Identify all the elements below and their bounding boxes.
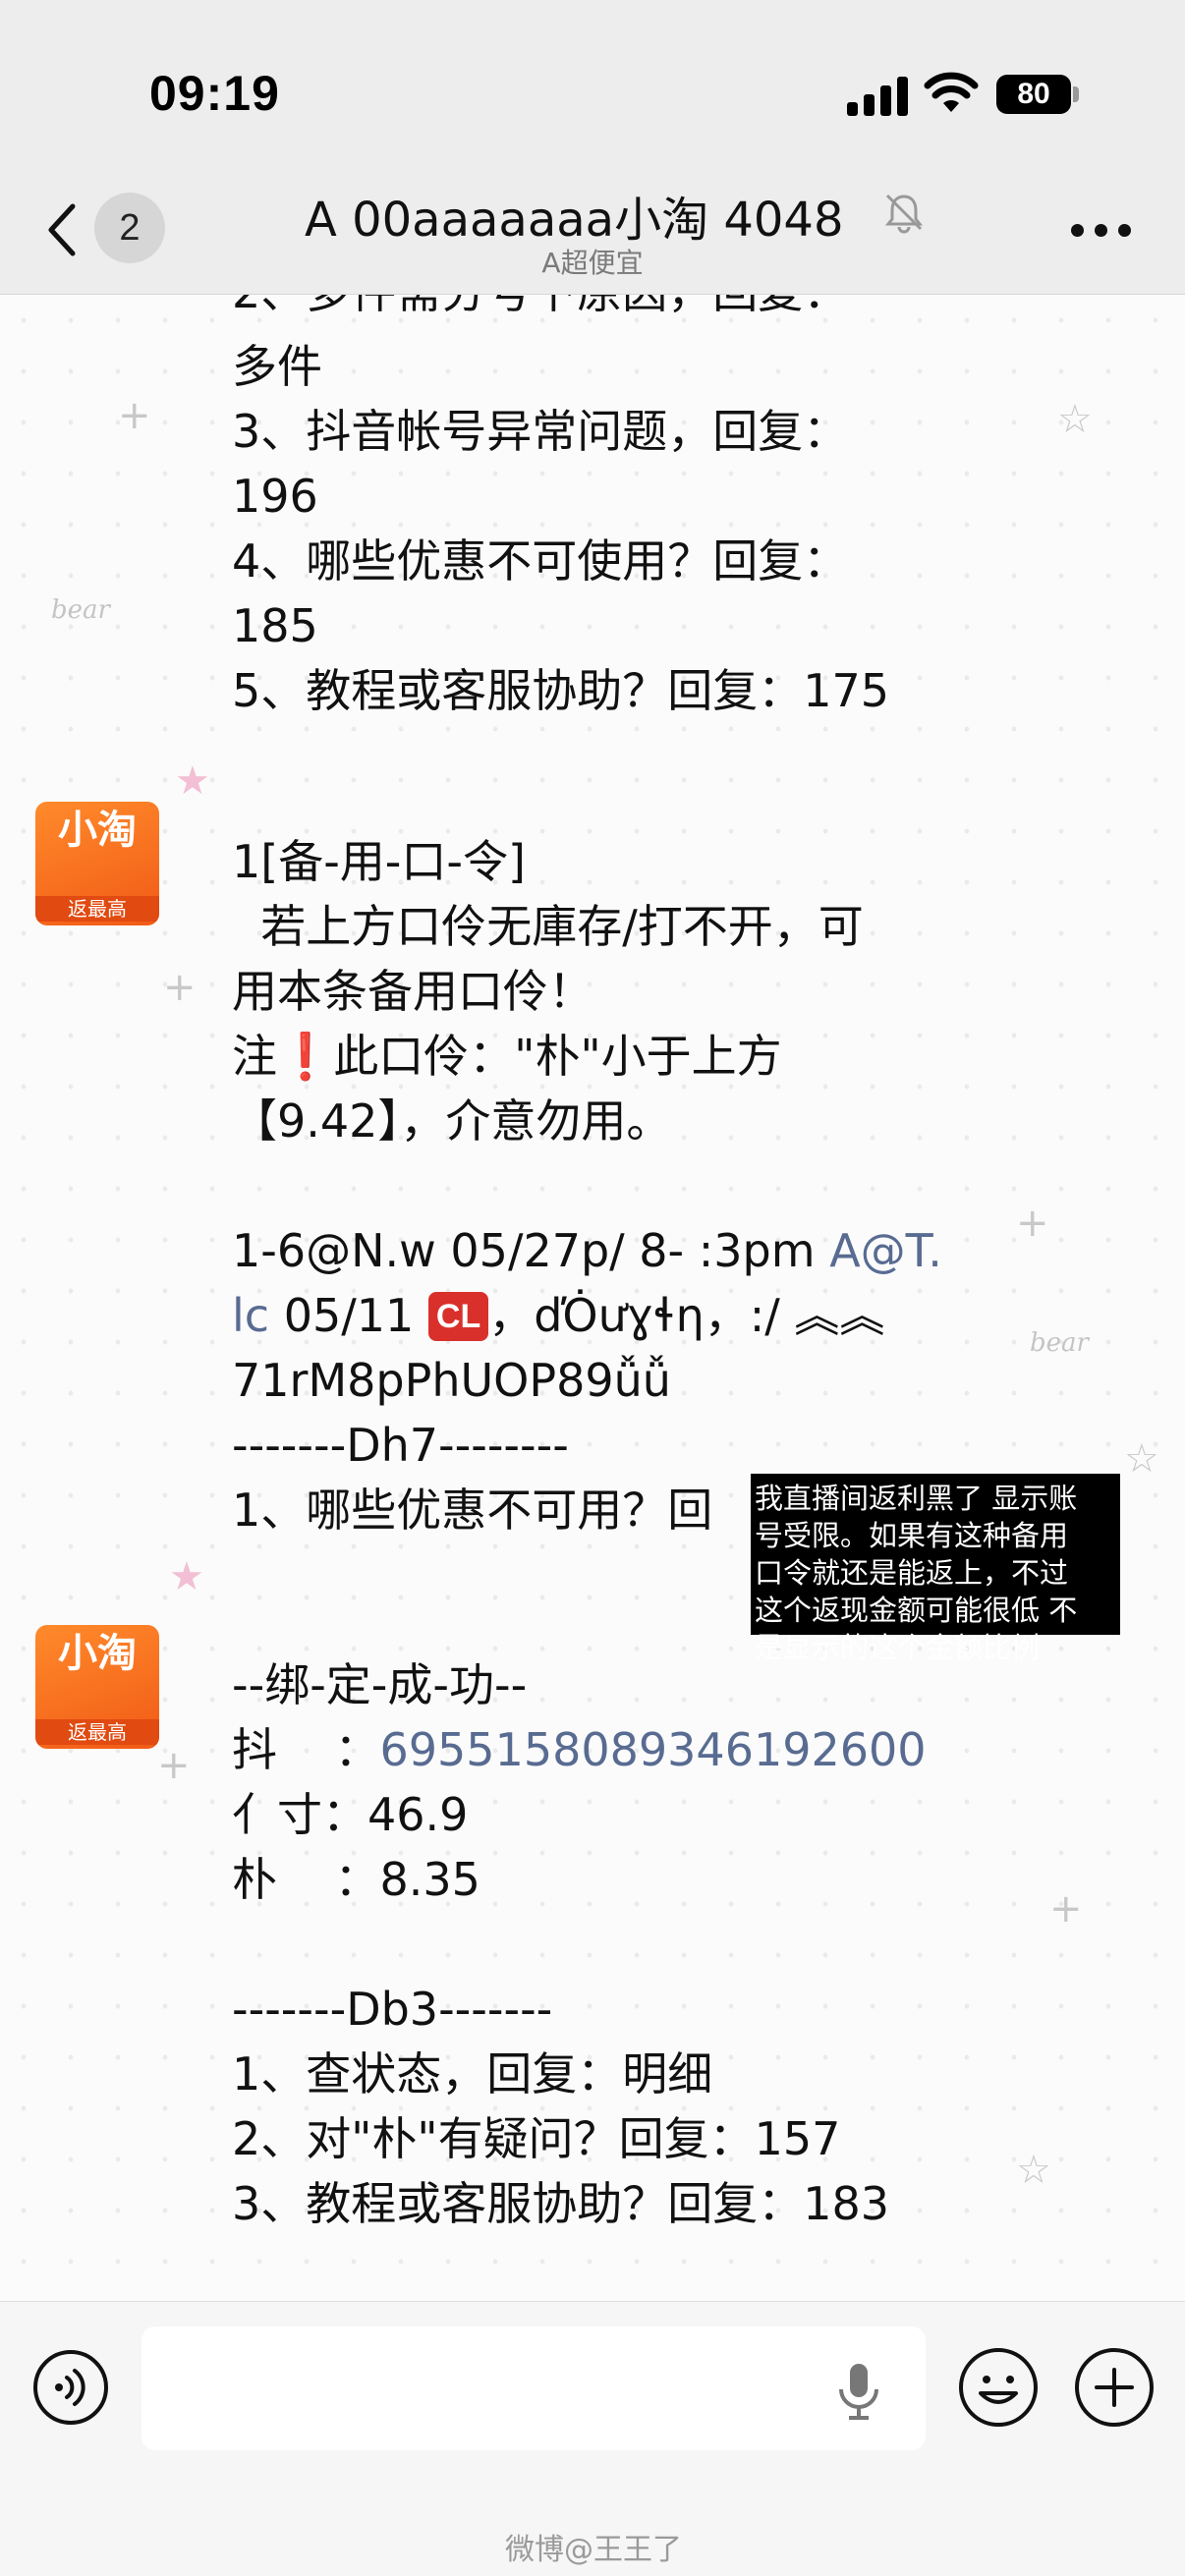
- star-decoration: ☆: [1057, 397, 1093, 442]
- chat-message-list[interactable]: + ☆ bear ★ + + bear ☆ ★ + + ☆ 2、多件需分号下原因…: [0, 295, 1185, 2301]
- code-link[interactable]: lc: [232, 1289, 269, 1342]
- exclamation-icon: ❗: [277, 1030, 334, 1083]
- plus-decoration: +: [1016, 1201, 1049, 1246]
- bell-slash-icon: [884, 194, 924, 234]
- code-link[interactable]: A@T.: [829, 1224, 942, 1277]
- emoji-icon[interactable]: [957, 2346, 1040, 2429]
- chevron-left-icon[interactable]: [43, 202, 83, 257]
- plus-icon[interactable]: [1073, 2346, 1156, 2429]
- message-partial-line: 2、多件需分号下原因，回复：: [232, 295, 998, 324]
- cellular-signal-icon: [847, 77, 908, 116]
- bind-details: 亻寸：46.9 朴 ：8.35 -------Db3------- 1、查状态，…: [232, 1788, 890, 2230]
- plus-decoration: +: [118, 393, 151, 438]
- message-input[interactable]: [141, 2326, 926, 2450]
- plus-decoration: +: [163, 965, 197, 1010]
- note-label: 注: [232, 1030, 277, 1083]
- avatar-logo-text: 小淘: [58, 808, 137, 853]
- wifi-icon: [924, 72, 979, 112]
- bear-decoration: bear: [51, 595, 110, 625]
- unread-count-badge[interactable]: 2: [94, 193, 165, 263]
- dou-id-link[interactable]: 6955158089346192600: [380, 1723, 927, 1776]
- watermark: 微博@王王了: [505, 2533, 682, 2567]
- star-decoration: ★: [175, 758, 210, 804]
- code-text: 1-6@N.w 05/27p/ 8- :3pm: [232, 1224, 830, 1277]
- star-decoration: ★: [169, 1554, 204, 1599]
- star-decoration: ☆: [1016, 2148, 1051, 2193]
- message-text[interactable]: 多件 3、抖音帐号异常问题，回复： 196 4、哪些优惠不可使用？回复： 185…: [232, 334, 998, 723]
- message-text[interactable]: --绑-定-成-功-- 抖 ：6955158089346192600 亻寸：46…: [232, 1652, 998, 2236]
- clock: 09:19: [149, 66, 280, 121]
- sender-avatar[interactable]: 小淘 返最高: [35, 802, 159, 925]
- avatar-logo-subtext: 返最高: [35, 1719, 159, 1745]
- avatar-logo-text: 小淘: [58, 1631, 137, 1676]
- message-text[interactable]: 1[备-用-口-令] 若上方口伶无庫存/打不开，可 用本条备用口伶！ 注❗此口伶…: [232, 829, 998, 1542]
- avatar-logo-subtext: 返最高: [35, 896, 159, 922]
- cl-icon: CL: [427, 1292, 489, 1341]
- chat-subtitle: A超便宜: [541, 247, 644, 279]
- bind-success-title: --绑-定-成-功--: [232, 1658, 528, 1711]
- plus-decoration: +: [157, 1743, 191, 1788]
- battery-indicator: 80: [996, 75, 1071, 114]
- mic-icon[interactable]: [835, 2362, 882, 2421]
- voice-icon[interactable]: [31, 2348, 110, 2427]
- caption-overlay: 我直播间返利黑了 显示账 号受限。如果有这种备用 口令就还是能返上，不过 这个返…: [751, 1474, 1120, 1664]
- chat-title[interactable]: A 00aaaaaaa小淘 4048: [305, 181, 894, 250]
- backup-code-heading: 1[备-用-口-令] 若上方口伶无庫存/打不开，可 用本条备用口伶！: [232, 835, 864, 1018]
- sender-avatar[interactable]: 小淘 返最高: [35, 1625, 159, 1749]
- code-text: 05/11: [269, 1289, 428, 1342]
- dou-label: 抖 ：: [232, 1723, 380, 1776]
- bear-decoration: bear: [1030, 1328, 1089, 1358]
- plus-decoration: +: [1049, 1886, 1083, 1932]
- star-decoration: ☆: [1124, 1436, 1159, 1482]
- battery-cap: [1073, 86, 1079, 102]
- more-options-icon[interactable]: [1071, 224, 1132, 238]
